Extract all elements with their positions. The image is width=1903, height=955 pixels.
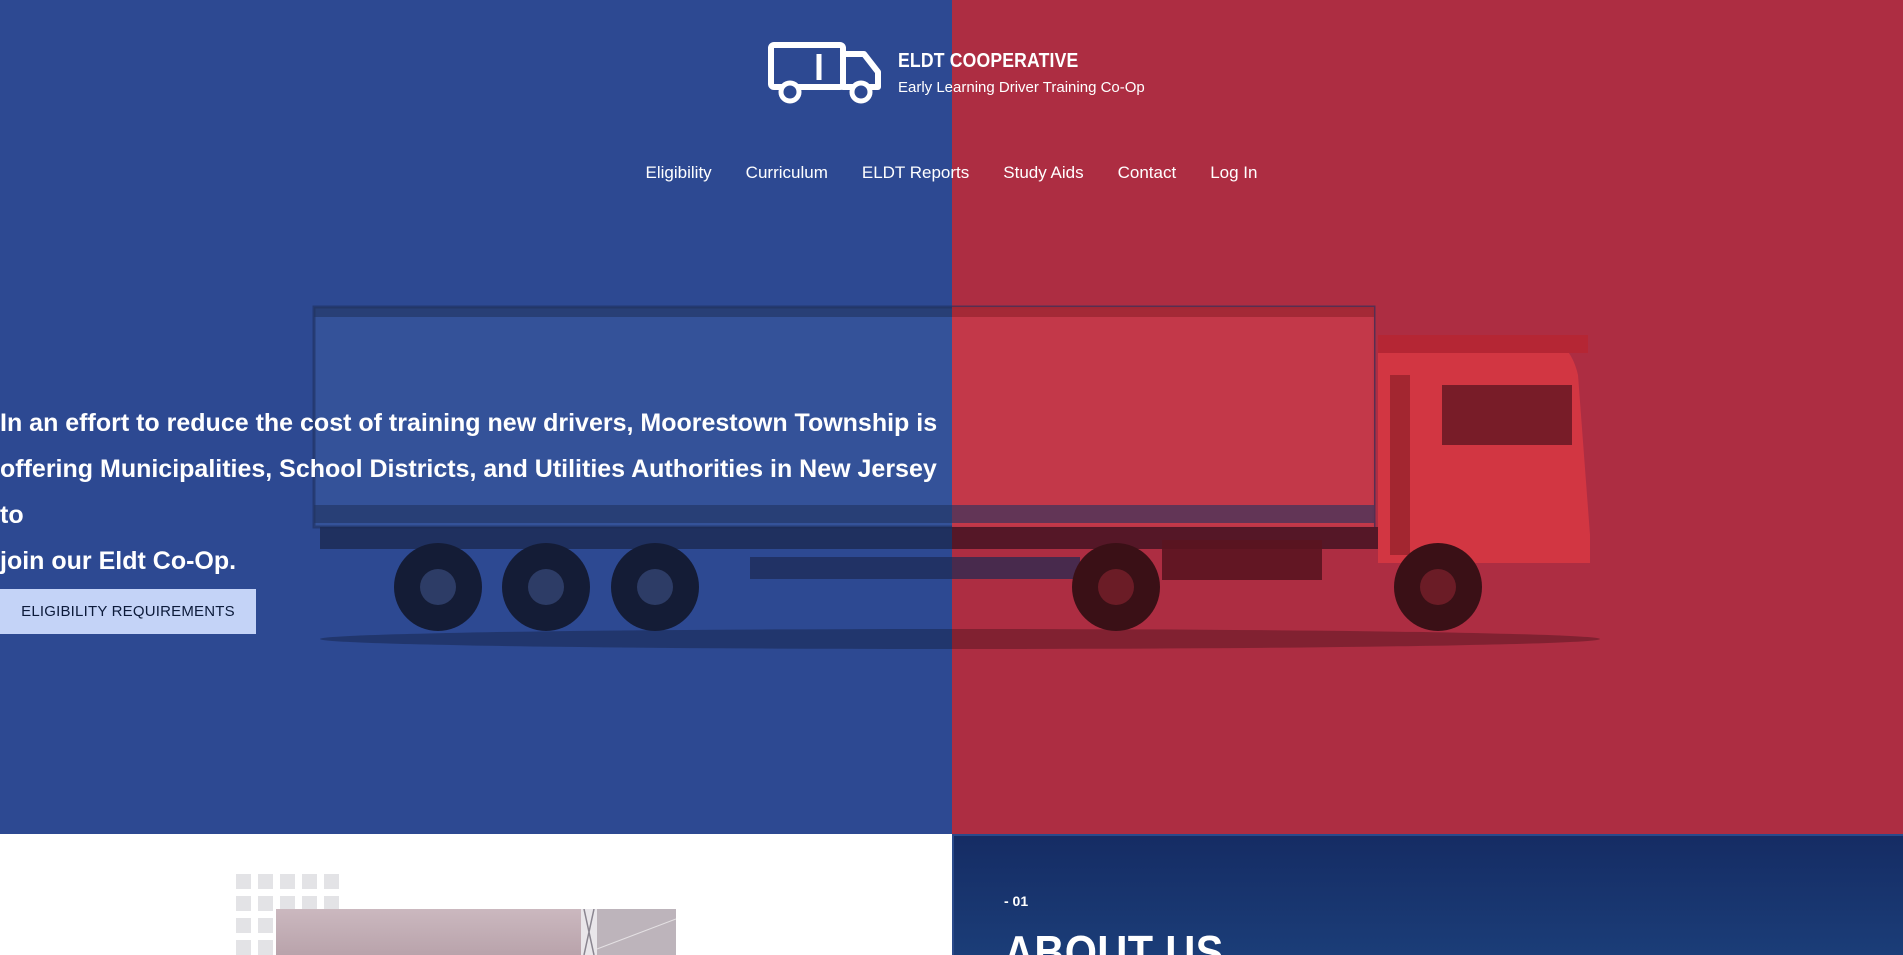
nav-item-contact[interactable]: Contact <box>1101 163 1194 183</box>
nav-item-log-in[interactable]: Log In <box>1193 163 1274 183</box>
hero-text: In an effort to reduce the cost of train… <box>0 400 950 584</box>
nav-item-study-aids[interactable]: Study Aids <box>986 163 1100 183</box>
about-photo <box>276 909 676 955</box>
truck-icon <box>768 42 881 104</box>
nav-item-curriculum[interactable]: Curriculum <box>729 163 845 183</box>
nav-item-eligibility[interactable]: Eligibility <box>629 163 729 183</box>
brand-subtitle: Early Learning Driver Training Co-Op <box>898 79 1145 96</box>
hero-text-line: offering Municipalities, School District… <box>0 455 937 529</box>
nav-item-eldt-reports[interactable]: ELDT Reports <box>845 163 986 183</box>
hero-text-line: join our Eldt Co-Op. <box>0 547 237 575</box>
eligibility-requirements-button[interactable]: ELIGIBILITY REQUIREMENTS <box>0 589 256 634</box>
main-nav: Eligibility Curriculum ELDT Reports Stud… <box>0 163 1903 183</box>
hero-section: ELDT COOPERATIVE Early Learning Driver T… <box>0 0 1903 834</box>
brand-title: ELDT COOPERATIVE <box>898 50 1079 72</box>
brand-text: ELDT COOPERATIVE Early Learning Driver T… <box>898 50 1145 96</box>
brand[interactable]: ELDT COOPERATIVE Early Learning Driver T… <box>768 42 1145 104</box>
section-number: - 01 <box>1004 893 1029 909</box>
hero-text-line: In an effort to reduce the cost of train… <box>0 409 938 437</box>
photo-structure <box>581 909 676 955</box>
about-title: ABOUT US <box>1004 926 1224 955</box>
